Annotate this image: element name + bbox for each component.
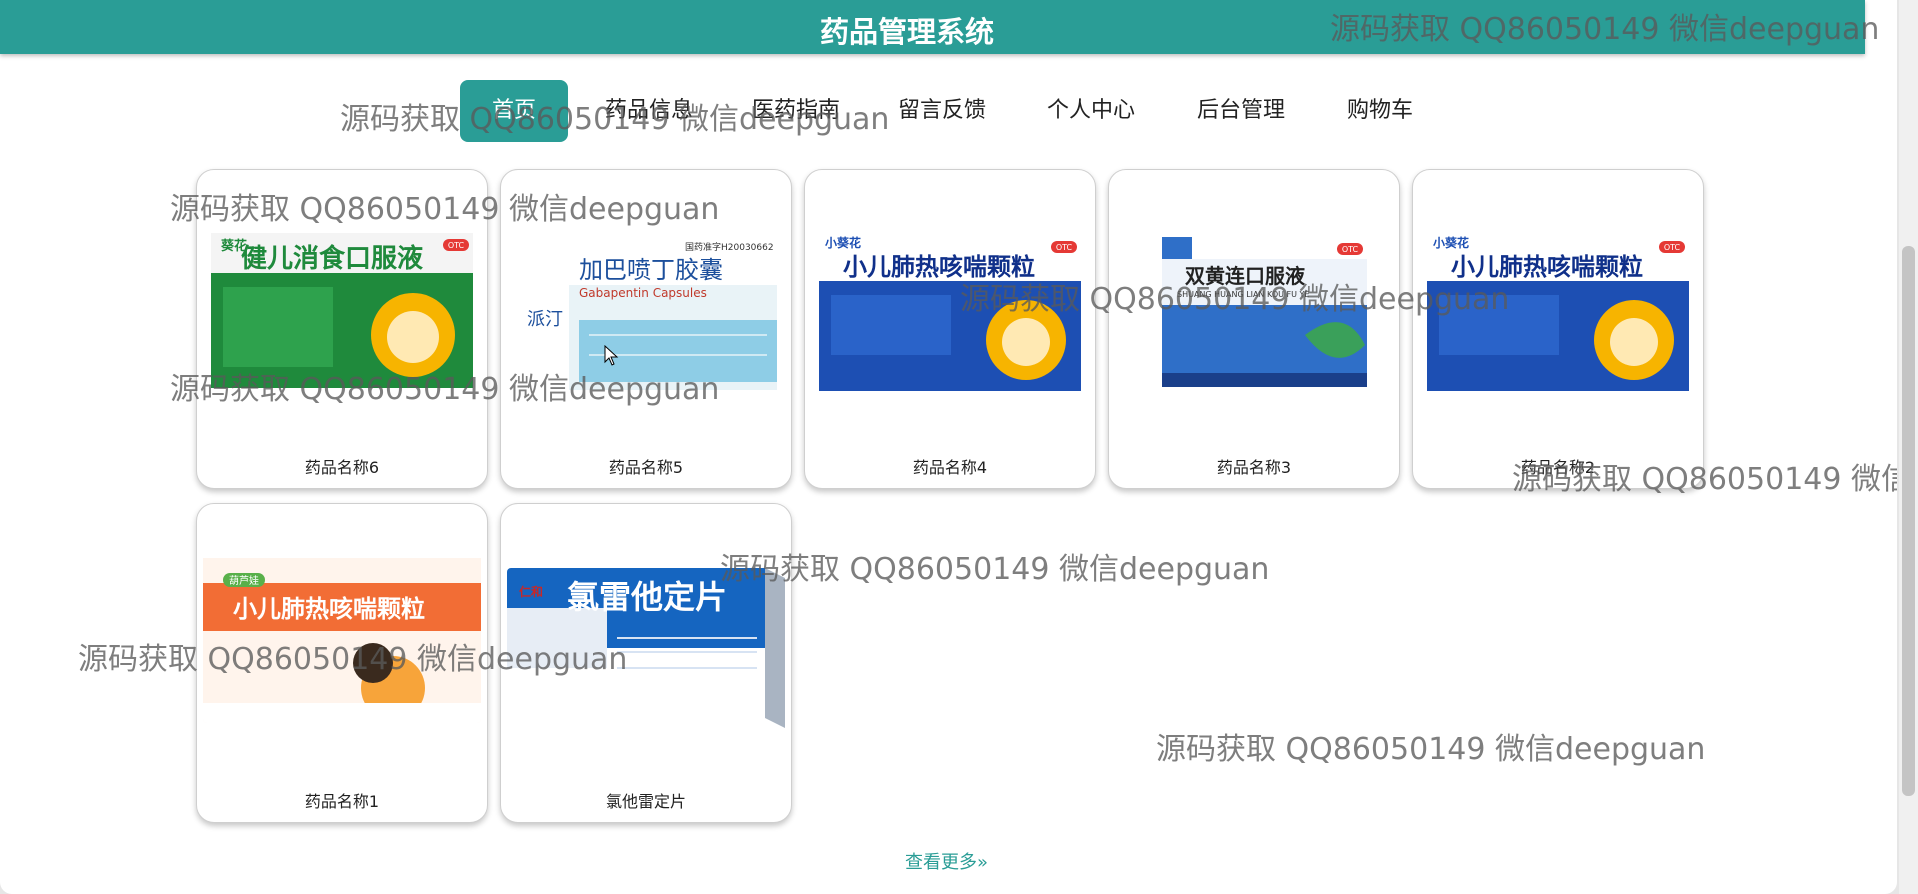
watermark-text: 源码获取 QQ86050149 微信deepguan [1156,732,1706,767]
svg-text:小儿肺热咳喘颗粒: 小儿肺热咳喘颗粒 [843,253,1035,281]
view-more-link[interactable]: 查看更多» [905,848,988,874]
svg-text:SHUANG HUANG LIAN KOU FU YE: SHUANG HUANG LIAN KOU FU YE [1177,290,1309,299]
medicine-box-image: 葵花 健儿消食口服液 OTC [211,233,473,388]
product-name: 药品名称3 [1216,458,1292,477]
product-name: 药品名称4 [912,458,988,477]
product-card[interactable]: 仁和 氯雷他定片 氯他雷定片 [500,503,792,823]
svg-text:Gabapentin Capsules: Gabapentin Capsules [579,286,707,300]
mouse-cursor-icon [604,345,619,366]
svg-text:葫芦娃: 葫芦娃 [229,574,259,587]
product-image: 仁和 氯雷他定片 [507,568,785,738]
watermark-text: 源码获取 QQ86050149 微信deepguan [720,552,1270,587]
product-image: OTC 双黄连口服液 SHUANG HUANG LIAN KOU FU YE [1115,225,1393,395]
product-name: 药品名称5 [608,458,684,477]
nav-item-home[interactable]: 首页 [460,80,568,142]
product-image: 小葵花 小儿肺热咳喘颗粒 OTC [1419,225,1697,395]
nav-item-feedback[interactable]: 留言反馈 [898,80,986,142]
svg-text:国药准字H20030662: 国药准字H20030662 [685,241,774,253]
svg-text:小儿肺热咳喘颗粒: 小儿肺热咳喘颗粒 [1451,253,1643,281]
svg-text:OTC: OTC [1056,243,1073,252]
product-name: 药品名称1 [304,792,380,811]
scrollbar-thumb[interactable] [1902,246,1915,796]
product-card[interactable]: 小儿肺热咳喘颗粒 葫芦娃 药品名称1 [196,503,488,823]
nav-item-cart[interactable]: 购物车 [1347,80,1413,142]
svg-text:OTC: OTC [448,241,465,250]
svg-text:OTC: OTC [1664,243,1681,252]
nav-item-profile[interactable]: 个人中心 [1047,80,1135,142]
svg-text:小儿肺热咳喘颗粒: 小儿肺热咳喘颗粒 [233,595,425,623]
medicine-box-image: 仁和 氯雷他定片 [507,568,785,728]
product-image: 国药准字H20030662 加巴喷丁胶囊 Gabapentin Capsules… [507,225,785,395]
medicine-box-image: 小葵花 小儿肺热咳喘颗粒 OTC [819,231,1081,391]
top-header: 药品管理系统 [0,0,1865,54]
medicine-box-image: 小儿肺热咳喘颗粒 葫芦娃 [203,558,481,723]
product-name: 氯他雷定片 [605,792,686,811]
svg-text:加巴喷丁胶囊: 加巴喷丁胶囊 [579,256,723,284]
product-name: 药品名称6 [304,458,380,477]
svg-text:派汀: 派汀 [527,309,563,330]
svg-text:小葵花: 小葵花 [1433,235,1469,250]
svg-text:OTC: OTC [1342,245,1359,254]
product-card[interactable]: 小葵花 小儿肺热咳喘颗粒 OTC 药品名称2 [1412,169,1704,489]
svg-text:双黄连口服液: 双黄连口服液 [1185,264,1306,288]
product-image: 小葵花 小儿肺热咳喘颗粒 OTC [811,225,1089,395]
product-card[interactable]: OTC 双黄连口服液 SHUANG HUANG LIAN KOU FU YE 药… [1108,169,1400,489]
product-card[interactable]: 小葵花 小儿肺热咳喘颗粒 OTC 药品名称4 [804,169,1096,489]
medicine-box-image: OTC 双黄连口服液 SHUANG HUANG LIAN KOU FU YE [1162,237,1367,387]
main-nav: 首页 药品信息 医药指南 留言反馈 个人中心 后台管理 购物车 [0,80,1600,142]
page: 药品管理系统 首页 药品信息 医药指南 留言反馈 个人中心 后台管理 购物车 葵… [0,0,1897,894]
nav-item-medical-guide[interactable]: 医药指南 [752,80,840,142]
svg-text:氯雷他定片: 氯雷他定片 [567,578,727,616]
product-image: 葵花 健儿消食口服液 OTC [203,225,481,395]
medicine-box-image: 国药准字H20030662 加巴喷丁胶囊 Gabapentin Capsules… [517,235,777,390]
double-chevron-right-icon: » [977,852,989,873]
vertical-scrollbar[interactable] [1899,0,1918,894]
nav-item-drug-info[interactable]: 药品信息 [605,80,693,142]
product-image: 小儿肺热咳喘颗粒 葫芦娃 [203,553,481,723]
product-card[interactable]: 葵花 健儿消食口服液 OTC 药品名称6 [196,169,488,489]
medicine-box-image: 小葵花 小儿肺热咳喘颗粒 OTC [1427,231,1689,391]
product-name: 药品名称2 [1520,458,1596,477]
svg-text:仁和: 仁和 [519,584,543,599]
product-card[interactable]: 国药准字H20030662 加巴喷丁胶囊 Gabapentin Capsules… [500,169,792,489]
nav-item-admin[interactable]: 后台管理 [1197,80,1285,142]
svg-text:健儿消食口服液: 健儿消食口服液 [241,243,423,274]
svg-text:小葵花: 小葵花 [825,235,861,250]
app-title: 药品管理系统 [820,15,995,49]
